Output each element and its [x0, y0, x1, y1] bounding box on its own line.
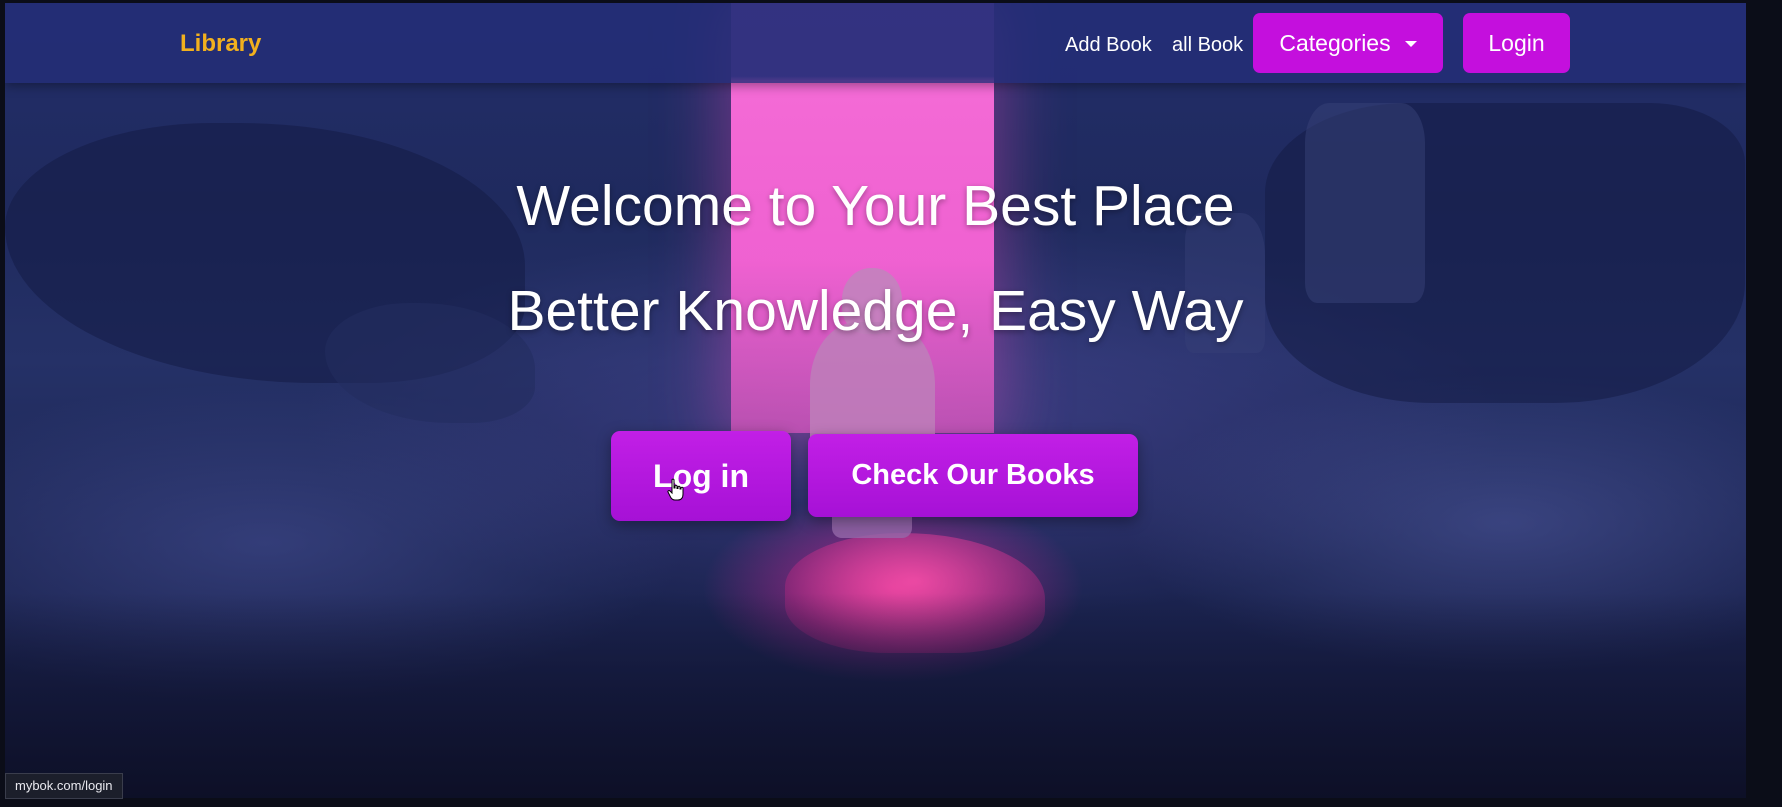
hero-title: Welcome to Your Best Place — [516, 174, 1235, 238]
hero-subtitle: Better Knowledge, Easy Way — [507, 279, 1244, 343]
categories-dropdown-button[interactable]: Categories — [1253, 13, 1443, 73]
caret-down-icon — [1404, 41, 1417, 47]
page-viewport: Library Add Book all Book Categories Log… — [5, 3, 1746, 798]
navbar: Library Add Book all Book Categories Log… — [5, 3, 1746, 83]
status-bar-url: mybok.com/login — [5, 773, 123, 799]
window-edge-right — [1746, 0, 1782, 807]
nav-link-all-book[interactable]: all Book — [1172, 34, 1243, 57]
nav-link-add-book[interactable]: Add Book — [1065, 34, 1152, 57]
check-books-button[interactable]: Check Our Books — [808, 434, 1138, 517]
nav-login-button[interactable]: Login — [1463, 13, 1570, 73]
background-foreground — [5, 593, 1746, 798]
categories-label: Categories — [1279, 29, 1391, 56]
window-edge-bottom — [0, 798, 1782, 807]
brand-link[interactable]: Library — [180, 30, 261, 58]
hero-login-button[interactable]: Log in — [611, 431, 791, 521]
hand-pointer-icon — [667, 478, 684, 501]
